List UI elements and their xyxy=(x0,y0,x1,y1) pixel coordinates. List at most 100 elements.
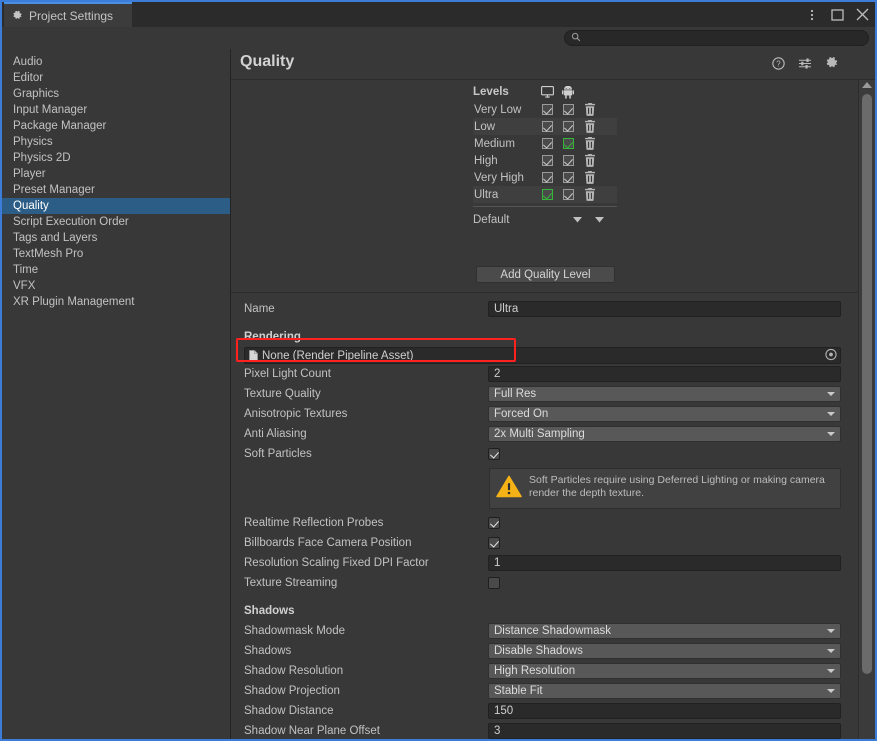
level-android-toggle[interactable] xyxy=(563,121,584,132)
pixel-light-count-input[interactable]: 2 xyxy=(488,366,841,382)
level-desktop-toggle[interactable] xyxy=(542,104,563,115)
render-pipeline-asset-field[interactable]: None (Render Pipeline Asset) xyxy=(244,347,841,364)
level-row-very-high[interactable]: Very High xyxy=(473,169,617,186)
row-pixel-light-count: Pixel Light Count 2 xyxy=(231,364,858,384)
level-android-toggle[interactable] xyxy=(563,138,584,149)
sidebar-item-graphics[interactable]: Graphics xyxy=(2,86,230,102)
level-row-low[interactable]: Low xyxy=(473,118,617,135)
level-android-toggle[interactable] xyxy=(563,155,584,166)
sidebar-item-xr-plugin-management[interactable]: XR Plugin Management xyxy=(2,294,230,310)
level-desktop-toggle[interactable] xyxy=(542,172,563,183)
anisotropic-textures-value: Forced On xyxy=(494,408,549,420)
sidebar-item-physics[interactable]: Physics xyxy=(2,134,230,150)
object-picker-icon[interactable] xyxy=(825,348,837,363)
level-row-very-low[interactable]: Very Low xyxy=(473,101,617,118)
level-delete-button[interactable] xyxy=(584,103,604,116)
shadow-distance-input[interactable]: 150 xyxy=(488,703,841,719)
add-quality-level-button[interactable]: Add Quality Level xyxy=(476,266,615,283)
level-delete-button[interactable] xyxy=(584,120,604,133)
page-title: Quality xyxy=(240,53,295,70)
chevron-down-icon xyxy=(827,649,835,653)
sidebar-item-quality[interactable]: Quality xyxy=(2,198,230,214)
render-pipeline-asset-value: None (Render Pipeline Asset) xyxy=(262,349,414,362)
soft-particles-checkbox[interactable] xyxy=(488,448,500,460)
vertical-scrollbar[interactable] xyxy=(858,80,875,739)
level-desktop-toggle[interactable] xyxy=(542,121,563,132)
level-android-toggle[interactable] xyxy=(563,189,584,200)
search-input[interactable] xyxy=(585,31,862,45)
billboards-face-camera-checkbox[interactable] xyxy=(488,537,500,549)
sidebar-item-preset-manager[interactable]: Preset Manager xyxy=(2,182,230,198)
sidebar-item-time[interactable]: Time xyxy=(2,262,230,278)
scroll-up-arrow-icon[interactable] xyxy=(862,82,872,88)
shadowmask-mode-dropdown[interactable]: Distance Shadowmask xyxy=(488,623,841,639)
sidebar-item-input-manager[interactable]: Input Manager xyxy=(2,102,230,118)
anisotropic-textures-dropdown[interactable]: Forced On xyxy=(488,406,841,422)
shadows-dropdown[interactable]: Disable Shadows xyxy=(488,643,841,659)
texture-streaming-checkbox[interactable] xyxy=(488,577,500,589)
level-desktop-toggle[interactable] xyxy=(542,138,563,149)
level-row-high[interactable]: High xyxy=(473,152,617,169)
sidebar-item-physics-2d[interactable]: Physics 2D xyxy=(2,150,230,166)
row-soft-particles: Soft Particles xyxy=(231,444,858,464)
sidebar-item-label: Time xyxy=(13,264,39,276)
row-shadow-resolution: Shadow Resolution High Resolution xyxy=(231,661,858,681)
maximize-icon[interactable] xyxy=(830,8,844,22)
row-shadow-near-plane-offset: Shadow Near Plane Offset 3 xyxy=(231,721,858,739)
close-icon[interactable] xyxy=(855,8,869,22)
help-icon[interactable]: ? xyxy=(772,56,785,75)
level-delete-button[interactable] xyxy=(584,137,604,150)
project-settings-window: Project Settings Audio Editor Graphics I… xyxy=(0,0,877,741)
default-desktop-dropdown[interactable] xyxy=(566,214,588,226)
sidebar-item-label: Audio xyxy=(13,56,43,68)
sidebar-item-label: Tags and Layers xyxy=(13,232,98,244)
sidebar-item-script-execution-order[interactable]: Script Execution Order xyxy=(2,214,230,230)
kebab-menu-icon[interactable] xyxy=(805,8,819,22)
sidebar-item-editor[interactable]: Editor xyxy=(2,70,230,86)
level-delete-button[interactable] xyxy=(584,188,604,201)
search-box[interactable] xyxy=(564,30,869,46)
sidebar-item-label: XR Plugin Management xyxy=(13,296,135,308)
level-row-ultra[interactable]: Ultra xyxy=(473,186,617,203)
level-desktop-toggle[interactable] xyxy=(542,189,563,200)
dpi-factor-input[interactable]: 1 xyxy=(488,555,841,571)
checkbox-icon xyxy=(542,104,553,115)
level-delete-button[interactable] xyxy=(584,171,604,184)
sidebar-item-tags-and-layers[interactable]: Tags and Layers xyxy=(2,230,230,246)
texture-quality-dropdown[interactable]: Full Res xyxy=(488,386,841,402)
scrollbar-thumb[interactable] xyxy=(862,94,872,674)
gear-icon[interactable] xyxy=(825,56,839,75)
row-anisotropic-textures: Anisotropic Textures Forced On xyxy=(231,404,858,424)
sidebar-item-vfx[interactable]: VFX xyxy=(2,278,230,294)
dpi-factor-label: Resolution Scaling Fixed DPI Factor xyxy=(244,557,429,569)
search-row xyxy=(2,27,875,49)
sidebar-item-package-manager[interactable]: Package Manager xyxy=(2,118,230,134)
shadow-projection-dropdown[interactable]: Stable Fit xyxy=(488,683,841,699)
level-name: Very Low xyxy=(474,103,522,116)
shadowmask-mode-label: Shadowmask Mode xyxy=(244,625,345,637)
level-android-toggle[interactable] xyxy=(563,104,584,115)
shadow-resolution-dropdown[interactable]: High Resolution xyxy=(488,663,841,679)
preset-icon[interactable] xyxy=(798,57,812,75)
level-row-medium[interactable]: Medium xyxy=(473,135,617,152)
page-header: Quality ? xyxy=(231,49,875,80)
shadow-near-plane-offset-input[interactable]: 3 xyxy=(488,723,841,739)
tab-project-settings[interactable]: Project Settings xyxy=(4,2,132,27)
soft-particles-warning-box: Soft Particles require using Deferred Li… xyxy=(489,468,841,509)
sidebar-item-textmesh-pro[interactable]: TextMesh Pro xyxy=(2,246,230,262)
anti-aliasing-dropdown[interactable]: 2x Multi Sampling xyxy=(488,426,841,442)
sidebar-item-player[interactable]: Player xyxy=(2,166,230,182)
realtime-reflection-probes-checkbox[interactable] xyxy=(488,517,500,529)
default-android-dropdown[interactable] xyxy=(588,214,610,226)
name-input[interactable]: Ultra xyxy=(488,301,841,317)
level-delete-button[interactable] xyxy=(584,154,604,167)
sidebar-item-audio[interactable]: Audio xyxy=(2,54,230,70)
row-shadow-projection: Shadow Projection Stable Fit xyxy=(231,681,858,701)
texture-quality-label: Texture Quality xyxy=(244,388,321,400)
checkbox-icon xyxy=(563,104,574,115)
level-android-toggle[interactable] xyxy=(563,172,584,183)
level-desktop-toggle[interactable] xyxy=(542,155,563,166)
levels-default-row: Default xyxy=(473,209,617,230)
settings-sidebar[interactable]: Audio Editor Graphics Input Manager Pack… xyxy=(2,49,231,739)
